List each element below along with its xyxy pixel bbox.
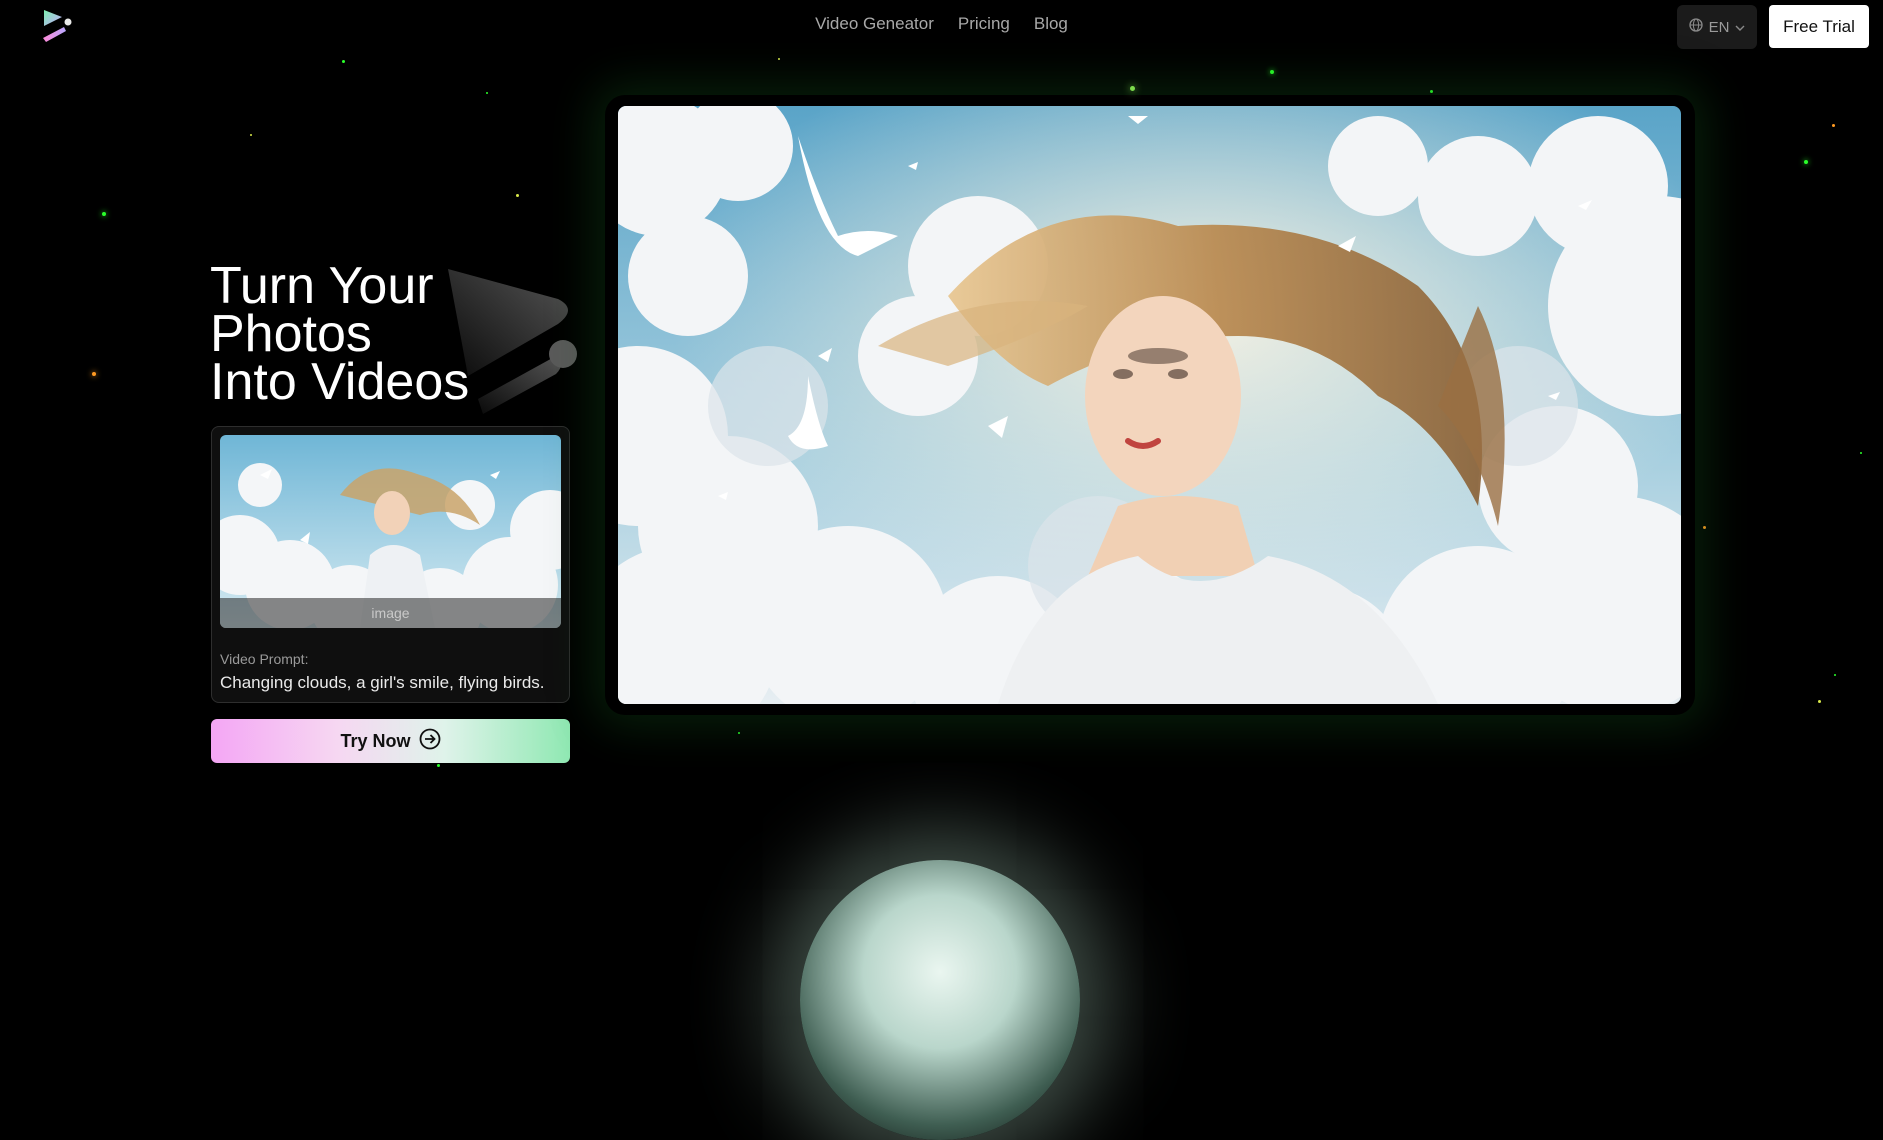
star: [738, 732, 740, 734]
globe-icon: [1688, 18, 1703, 36]
language-label: EN: [1708, 18, 1730, 36]
video-preview[interactable]: [618, 106, 1681, 704]
preview-image: [618, 106, 1681, 704]
star: [1832, 124, 1835, 127]
star: [1804, 160, 1808, 164]
arrow-circle-right-icon: [419, 728, 441, 755]
star: [1703, 526, 1706, 529]
image-label: image: [220, 598, 561, 628]
hero-title: Turn Your Photos Into Videos: [210, 260, 570, 408]
star: [1130, 86, 1135, 91]
star: [437, 764, 440, 767]
star: [92, 372, 96, 376]
star: [516, 194, 519, 197]
nav-link-video-generator[interactable]: Video Geneator: [815, 14, 934, 34]
star: [102, 212, 106, 216]
video-prompt-text: Changing clouds, a girl's smile, flying …: [220, 673, 545, 692]
star: [486, 92, 488, 94]
star: [1430, 90, 1433, 93]
language-selector[interactable]: EN: [1677, 5, 1757, 49]
chevron-down-icon: [1735, 19, 1745, 36]
star: [1860, 452, 1862, 454]
star: [1818, 700, 1821, 703]
example-image-thumbnail[interactable]: image: [220, 435, 561, 628]
top-nav: Video Geneator Pricing Blog EN Free Tria…: [0, 0, 1883, 52]
star: [250, 134, 252, 136]
hero-title-block: Turn Your Photos Into Videos: [210, 260, 577, 414]
try-now-label: Try Now: [340, 730, 411, 751]
example-card: image Video Prompt: Changing clouds, a g…: [211, 426, 570, 703]
nav-links: Video Geneator Pricing Blog: [0, 14, 1883, 34]
star: [778, 58, 780, 60]
hero-title-line-3: Into Videos: [210, 353, 470, 411]
try-now-button[interactable]: Try Now: [211, 719, 570, 763]
star: [342, 60, 345, 63]
glowing-orb: [800, 860, 1080, 1140]
star: [1834, 674, 1836, 676]
nav-link-blog[interactable]: Blog: [1034, 14, 1068, 34]
video-prompt-label: Video Prompt:: [220, 651, 309, 667]
free-trial-button[interactable]: Free Trial: [1769, 5, 1869, 48]
star: [1270, 70, 1274, 74]
nav-link-pricing[interactable]: Pricing: [958, 14, 1010, 34]
